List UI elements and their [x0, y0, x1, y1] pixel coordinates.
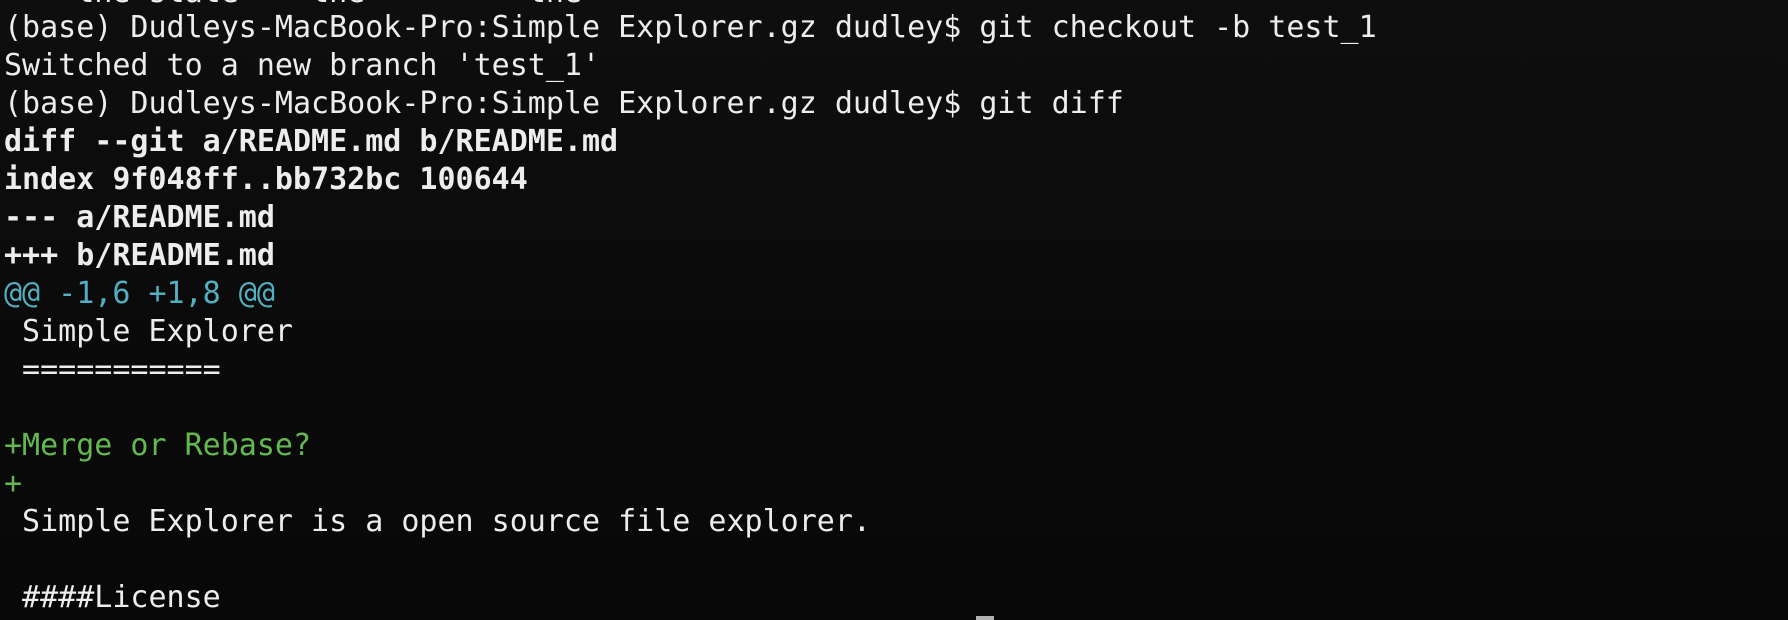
text-cursor [976, 616, 994, 620]
diff-new-file-line: +++ b/README.md [4, 238, 275, 273]
diff-header-line: diff --git a/README.md b/README.md [4, 124, 619, 159]
diff-context-line [4, 389, 1788, 427]
diff-context-line: ####License [4, 580, 221, 615]
terminal-window[interactable]: the state the the (base) Dudleys-MacBook… [0, 0, 1788, 620]
diff-added-line: +Merge or Rebase? [4, 428, 312, 463]
output-line: Switched to a new branch 'test_1' [4, 48, 601, 83]
diff-context-line: Simple Explorer [4, 314, 293, 349]
diff-context-line [4, 541, 1788, 579]
prompt-line: (base) Dudleys-MacBook-Pro:Simple Explor… [4, 10, 1377, 45]
diff-old-file-line: --- a/README.md [4, 200, 275, 235]
prompt-line: (base) Dudleys-MacBook-Pro:Simple Explor… [4, 86, 1124, 121]
diff-context-line: Simple Explorer is a open source file ex… [4, 504, 871, 539]
diff-added-line: + [4, 466, 23, 501]
diff-hunk-header: @@ -1,6 +1,8 @@ [4, 276, 275, 311]
terminal-output: (base) Dudleys-MacBook-Pro:Simple Explor… [4, 9, 1788, 617]
diff-index-line: index 9f048ff..bb732bc 100644 [4, 162, 528, 197]
diff-context-line: =========== [4, 352, 221, 387]
